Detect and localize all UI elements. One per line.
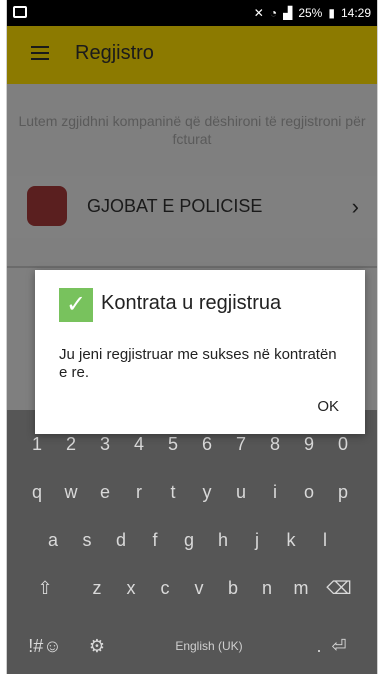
key-t[interactable]: t: [157, 472, 189, 512]
key-p[interactable]: p: [327, 472, 359, 512]
app-bar: Regjistro: [7, 26, 377, 84]
status-right: ✕ ◔ ▟ 25% ▮ 14:29: [254, 6, 371, 20]
settings-key[interactable]: ⚙: [81, 626, 113, 666]
key-y[interactable]: y: [191, 472, 223, 512]
dialog-message: Ju jeni regjistruar me sukses në kontrat…: [59, 346, 337, 381]
time: 14:29: [340, 6, 371, 20]
key-z[interactable]: z: [81, 568, 113, 608]
notification-icon: [13, 6, 27, 18]
key-o[interactable]: o: [293, 472, 325, 512]
police-badge-icon: [27, 186, 67, 226]
mute-icon: ✕: [253, 6, 264, 20]
battery-icon: ▮: [328, 6, 335, 20]
symbols-key[interactable]: !#☺: [17, 626, 73, 666]
key-a[interactable]: a: [37, 520, 69, 560]
list-item[interactable]: GJOBAT E POLICISE ›: [7, 176, 377, 238]
key-q[interactable]: q: [21, 472, 53, 512]
key-i[interactable]: i: [259, 472, 291, 512]
key-j[interactable]: j: [241, 520, 273, 560]
success-dialog: ✓ Kontrata u regjistrua Ju jeni regjistr…: [35, 270, 365, 434]
key-b[interactable]: b: [217, 568, 249, 608]
key-k[interactable]: k: [275, 520, 307, 560]
signal-icon: ▟: [283, 6, 293, 20]
dialog-title: Kontrata u regjistrua: [101, 292, 282, 314]
keyboard: 1 2 3 4 5 6 7 8 9 0 q w e r t y u i o p …: [7, 410, 377, 674]
shift-key[interactable]: ⇧: [17, 568, 73, 608]
enter-key[interactable]: ⏎: [311, 626, 367, 666]
android-screen: ✕ ◔ ▟ 25% ▮ 14:29 Regjistro Lutem zgjidh…: [6, 0, 378, 674]
key-h[interactable]: h: [207, 520, 239, 560]
key-s[interactable]: s: [71, 520, 103, 560]
wifi-icon: ◔: [269, 6, 278, 20]
battery-percentage: 25%: [298, 6, 323, 20]
check-icon: ✓: [59, 288, 93, 322]
key-r[interactable]: r: [123, 472, 155, 512]
backspace-key[interactable]: ⌫: [311, 568, 367, 608]
key-v[interactable]: v: [183, 568, 215, 608]
key-x[interactable]: x: [115, 568, 147, 608]
key-f[interactable]: f: [139, 520, 171, 560]
key-l[interactable]: l: [309, 520, 341, 560]
key-w[interactable]: w: [55, 472, 87, 512]
divider: [7, 266, 377, 268]
key-g[interactable]: g: [173, 520, 205, 560]
key-u[interactable]: u: [225, 472, 257, 512]
key-d[interactable]: d: [105, 520, 137, 560]
ok-button[interactable]: OK: [317, 398, 339, 415]
key-n[interactable]: n: [251, 568, 283, 608]
instruction-text: Lutem zgjidhni kompaninë që dëshironi të…: [18, 113, 366, 147]
key-e[interactable]: e: [89, 472, 121, 512]
hamburger-menu-icon[interactable]: [31, 46, 49, 60]
status-bar: ✕ ◔ ▟ 25% ▮ 14:29: [7, 0, 377, 26]
list-item-label: GJOBAT E POLICISE: [87, 196, 263, 216]
key-c[interactable]: c: [149, 568, 181, 608]
chevron-right-icon: ›: [351, 194, 359, 219]
spacebar[interactable]: English (UK): [125, 626, 293, 666]
app-title: Regjistro: [75, 42, 154, 64]
